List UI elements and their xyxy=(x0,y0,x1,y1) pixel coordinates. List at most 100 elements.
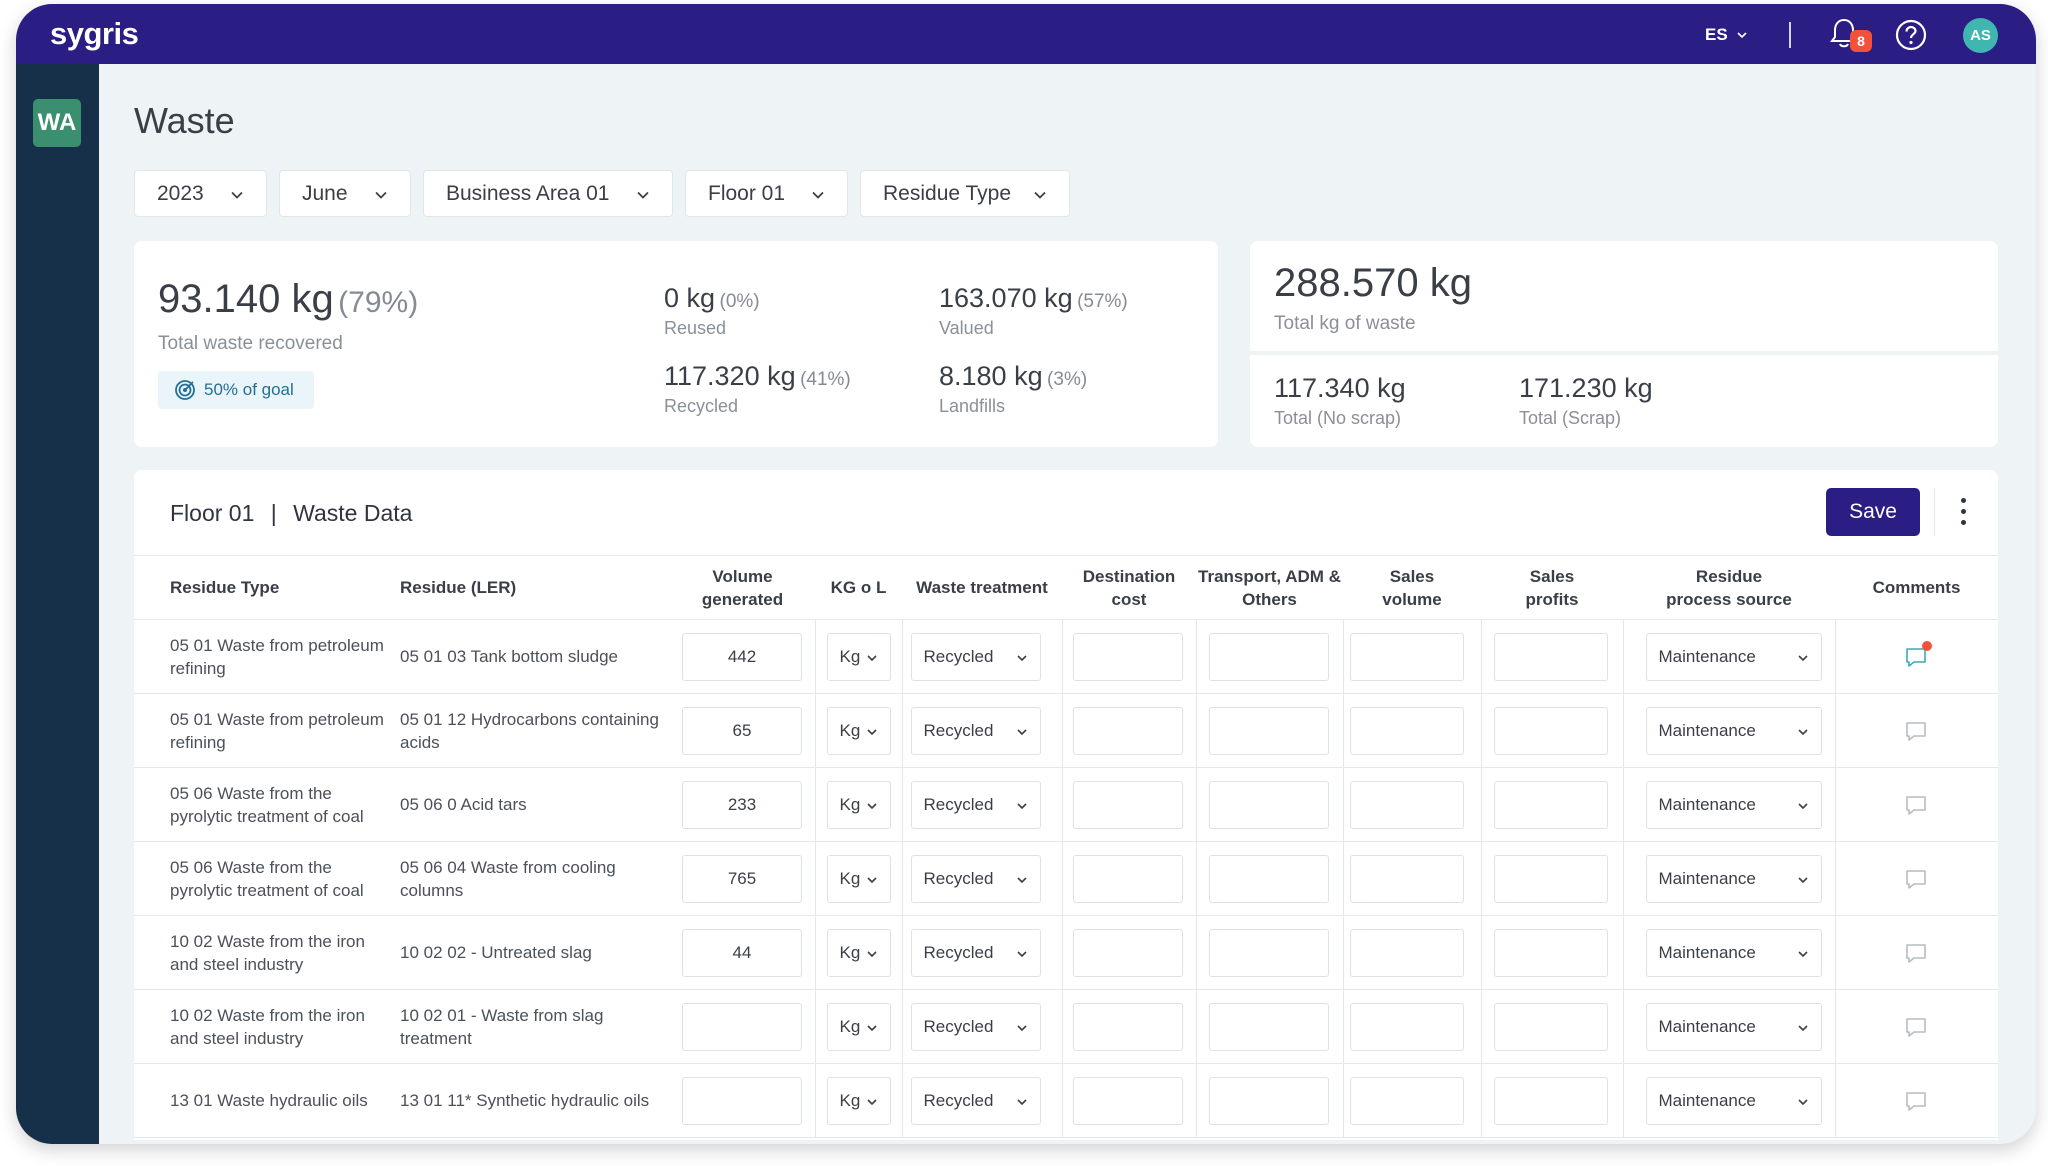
comment-icon[interactable] xyxy=(1904,868,1930,892)
comment-icon[interactable] xyxy=(1904,794,1930,818)
notifications-button[interactable]: 8 xyxy=(1828,16,1872,56)
unit-select[interactable]: Kg xyxy=(826,633,891,681)
process-source-select[interactable]: Maintenance xyxy=(1645,707,1822,755)
process-source-select[interactable]: Maintenance xyxy=(1645,633,1822,681)
residue-type-cell: 10 02 Waste from the iron and steel indu… xyxy=(134,915,400,990)
transport-cost-input[interactable] xyxy=(1208,1077,1329,1125)
table-header-row: Residue Type Residue (LER) Volume genera… xyxy=(134,555,1998,620)
unit-select[interactable]: Kg xyxy=(826,855,891,903)
sales-profits-input[interactable] xyxy=(1493,633,1608,681)
chevron-down-icon xyxy=(866,655,877,662)
treatment-select[interactable]: Recycled xyxy=(910,1003,1041,1051)
volume-input[interactable]: 442 xyxy=(682,633,802,681)
volume-input[interactable]: 233 xyxy=(682,781,802,829)
destination-cost-input[interactable] xyxy=(1072,633,1183,681)
sales-profits-input[interactable] xyxy=(1493,781,1608,829)
app-window: sygris ES 8 AS WA Waste 2023 June Busine… xyxy=(16,4,2036,1144)
chevron-down-icon xyxy=(866,1099,877,1106)
transport-cost-input[interactable] xyxy=(1208,855,1329,903)
language-label: ES xyxy=(1705,25,1728,44)
chevron-down-icon xyxy=(1797,729,1808,736)
sales-profits-input[interactable] xyxy=(1493,855,1608,903)
comment-icon[interactable] xyxy=(1904,720,1930,744)
save-button[interactable]: Save xyxy=(1826,488,1920,536)
unit-select[interactable]: Kg xyxy=(826,707,891,755)
treatment-select[interactable]: Recycled xyxy=(910,707,1041,755)
unit-select[interactable]: Kg xyxy=(826,1077,891,1125)
sales-profits-input[interactable] xyxy=(1493,929,1608,977)
volume-input[interactable]: 65 xyxy=(682,707,802,755)
filter-business-area[interactable]: Business Area 01 xyxy=(423,170,673,217)
chevron-down-icon xyxy=(231,191,243,199)
volume-input[interactable] xyxy=(682,1003,802,1051)
transport-cost-input[interactable] xyxy=(1208,929,1329,977)
recovered-total: 93.140 kg (79%) xyxy=(158,277,419,321)
volume-input[interactable]: 765 xyxy=(682,855,802,903)
unit-select[interactable]: Kg xyxy=(826,1003,891,1051)
chevron-down-icon xyxy=(1797,1025,1808,1032)
destination-cost-input[interactable] xyxy=(1072,855,1183,903)
table-row: 05 01 Waste from petroleum refining 05 01… xyxy=(134,693,1998,768)
destination-cost-input[interactable] xyxy=(1072,781,1183,829)
transport-cost-input[interactable] xyxy=(1208,633,1329,681)
sales-volume-input[interactable] xyxy=(1349,633,1464,681)
sales-volume-input[interactable] xyxy=(1349,781,1464,829)
transport-cost-input[interactable] xyxy=(1208,781,1329,829)
sales-volume-input[interactable] xyxy=(1349,929,1464,977)
process-source-select[interactable]: Maintenance xyxy=(1645,929,1822,977)
chevron-down-icon xyxy=(1016,1025,1027,1032)
unit-select[interactable]: Kg xyxy=(826,929,891,977)
waste-data-table: Residue Type Residue (LER) Volume genera… xyxy=(134,555,1998,1138)
filter-year[interactable]: 2023 xyxy=(134,170,267,217)
filter-floor[interactable]: Floor 01 xyxy=(685,170,848,217)
filter-residue-type[interactable]: Residue Type xyxy=(860,170,1070,217)
sales-volume-input[interactable] xyxy=(1349,1077,1464,1125)
process-source-select[interactable]: Maintenance xyxy=(1645,781,1822,829)
chevron-down-icon xyxy=(1016,951,1027,958)
treatment-select[interactable]: Recycled xyxy=(910,855,1041,903)
transport-cost-input[interactable] xyxy=(1208,707,1329,755)
col-header: Residue (LER) xyxy=(400,555,670,620)
chevron-down-icon xyxy=(1016,729,1027,736)
sales-volume-input[interactable] xyxy=(1349,855,1464,903)
user-avatar[interactable]: AS xyxy=(1963,18,1998,53)
sales-volume-input[interactable] xyxy=(1349,1003,1464,1051)
volume-input[interactable] xyxy=(682,1077,802,1125)
filter-label: 2023 xyxy=(157,181,204,205)
unit-select[interactable]: Kg xyxy=(826,781,891,829)
reused-stat: 0 kg (0%) Reused xyxy=(664,283,760,338)
residue-ler-cell: 05 01 03 Tank bottom sludge xyxy=(400,619,670,694)
destination-cost-input[interactable] xyxy=(1072,1077,1183,1125)
language-selector[interactable]: ES xyxy=(1705,25,1748,45)
residue-ler-cell: 10 02 02 - Untreated slag xyxy=(400,915,670,990)
treatment-select[interactable]: Recycled xyxy=(910,633,1041,681)
comment-icon[interactable] xyxy=(1904,1016,1930,1040)
process-source-select[interactable]: Maintenance xyxy=(1645,1003,1822,1051)
treatment-select[interactable]: Recycled xyxy=(910,1077,1041,1125)
sales-profits-input[interactable] xyxy=(1493,1003,1608,1051)
volume-input[interactable]: 44 xyxy=(682,929,802,977)
destination-cost-input[interactable] xyxy=(1072,929,1183,977)
col-header: Residue process source xyxy=(1623,555,1835,620)
treatment-select[interactable]: Recycled xyxy=(910,781,1041,829)
total-waste-value: 288.570 kg xyxy=(1274,261,1472,305)
section-title: Floor 01 | Waste Data xyxy=(170,500,413,526)
comment-icon[interactable] xyxy=(1904,942,1930,966)
sales-profits-input[interactable] xyxy=(1493,707,1608,755)
destination-cost-input[interactable] xyxy=(1072,1003,1183,1051)
help-icon[interactable] xyxy=(1894,18,1928,52)
filter-month[interactable]: June xyxy=(279,170,411,217)
destination-cost-input[interactable] xyxy=(1072,707,1183,755)
sales-profits-input[interactable] xyxy=(1493,1077,1608,1125)
sales-volume-input[interactable] xyxy=(1349,707,1464,755)
process-source-select[interactable]: Maintenance xyxy=(1645,855,1822,903)
process-source-select[interactable]: Maintenance xyxy=(1645,1077,1822,1125)
notification-count-badge: 8 xyxy=(1850,30,1872,52)
more-options-icon[interactable] xyxy=(1934,488,1982,536)
comment-icon[interactable] xyxy=(1904,641,1932,670)
treatment-select[interactable]: Recycled xyxy=(910,929,1041,977)
workspace-badge[interactable]: WA xyxy=(33,99,81,147)
table-row: 13 01 Waste hydraulic oils 13 01 11* Synt… xyxy=(134,1063,1998,1138)
transport-cost-input[interactable] xyxy=(1208,1003,1329,1051)
comment-icon[interactable] xyxy=(1904,1090,1930,1114)
